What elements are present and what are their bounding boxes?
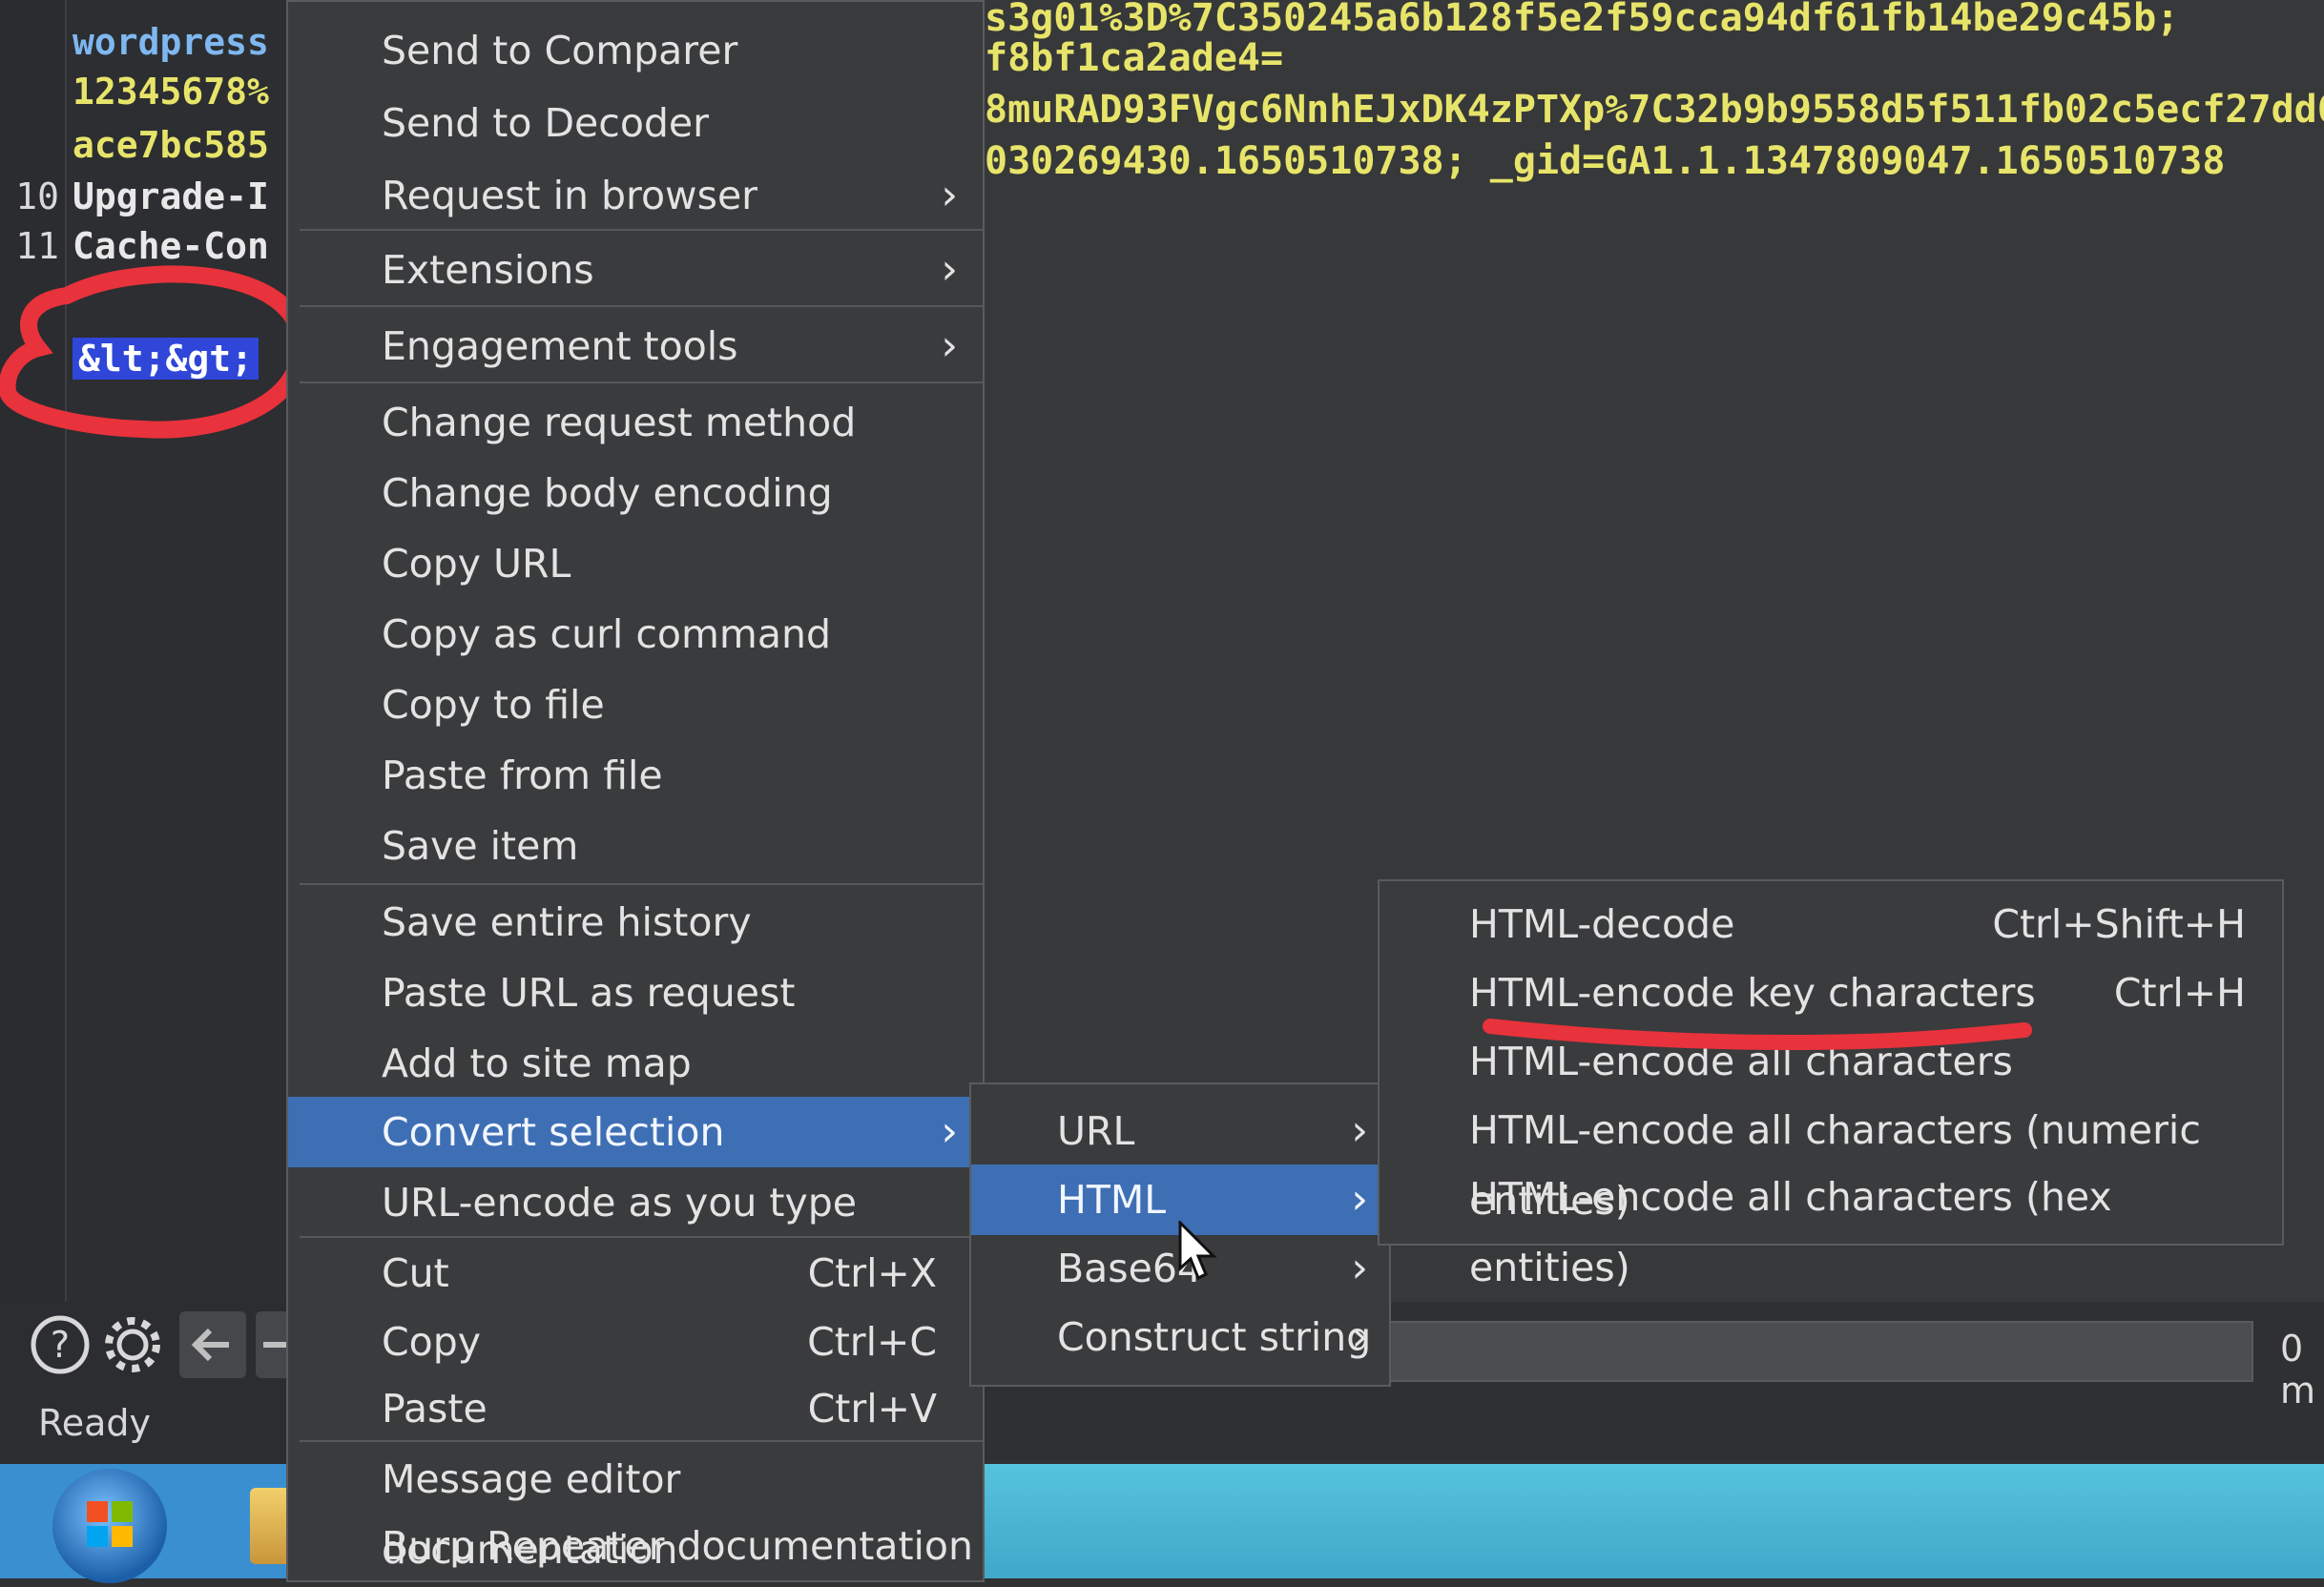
selected-text[interactable]: &lt;&gt; (73, 338, 259, 380)
menu-item-copy-url[interactable]: Copy URL (288, 528, 983, 599)
editor-line[interactable]: 12345678% (0, 67, 286, 116)
menu-item-convert-selection[interactable]: Convert selection › (288, 1097, 983, 1167)
menu-item-url-encode-as-you-type[interactable]: URL-encode as you type (288, 1167, 983, 1238)
request-editor-left[interactable]: wordpress 12345678% ace7bc585 10 Upgrade… (0, 0, 286, 1302)
shortcut-label: Ctrl+C (807, 1319, 937, 1365)
menu-separator (300, 229, 983, 231)
convert-selection-submenu: URL › HTML › Base64 › Construct string › (969, 1082, 1391, 1387)
menu-item-request-in-browser[interactable]: Request in browser › (288, 160, 983, 231)
html-item-encode-hex[interactable]: HTML-encode all characters (hex entities… (1380, 1162, 2282, 1290)
start-button[interactable] (52, 1469, 167, 1583)
editor-line[interactable]: 10 Upgrade-I (0, 172, 286, 221)
shortcut-label: Ctrl+Shift+H (1992, 901, 2246, 947)
editor-line[interactable]: 11 Cache-Con (0, 221, 286, 271)
line-text[interactable]: Cache-Con (73, 221, 286, 271)
line-text[interactable]: Upgrade-I (73, 172, 286, 221)
menu-separator (300, 305, 983, 307)
status-ready: Ready (38, 1402, 151, 1444)
context-menu: Send to Comparer Send to Decoder Request… (286, 0, 985, 1582)
html-item-decode[interactable]: HTML-decode Ctrl+Shift+H (1380, 889, 2282, 959)
line-text[interactable]: 12345678% (73, 67, 286, 116)
menu-item-paste-url-as-request[interactable]: Paste URL as request (288, 958, 983, 1028)
menu-separator (300, 381, 983, 383)
editor-line[interactable]: ace7bc585 (0, 120, 286, 170)
shortcut-label: Ctrl+H (2113, 970, 2246, 1016)
shortcut-label: Ctrl+X (807, 1250, 937, 1296)
chevron-right-icon: › (941, 245, 958, 294)
menu-item-cut[interactable]: Cut Ctrl+X (288, 1238, 983, 1309)
html-item-encode-key-characters[interactable]: HTML-encode key characters Ctrl+H (1380, 958, 2282, 1028)
html-submenu: HTML-decode Ctrl+Shift+H HTML-encode key … (1378, 879, 2284, 1290)
taskbar-right (981, 1464, 2324, 1578)
code-line[interactable]: 8muRAD93FVgc6NnhEJxDK4zPTXp%7C32b9b9558d… (985, 84, 2324, 135)
submenu-item-construct-string[interactable]: Construct string › (971, 1302, 1389, 1372)
menu-item-paste-from-file[interactable]: Paste from file (288, 740, 983, 811)
submenu-item-base64[interactable]: Base64 › (971, 1233, 1389, 1304)
match-count: 0 m (2280, 1328, 2316, 1412)
chevron-right-icon: › (1351, 1244, 1368, 1292)
help-icon[interactable]: ? (27, 1311, 93, 1378)
back-arrow-icon[interactable] (179, 1311, 246, 1378)
menu-item-paste[interactable]: Paste Ctrl+V (288, 1373, 983, 1444)
menu-item-send-to-comparer[interactable]: Send to Comparer (288, 15, 983, 86)
html-item-encode-numeric[interactable]: HTML-encode all characters (numeric enti… (1380, 1095, 2282, 1224)
chevron-right-icon: › (941, 171, 958, 219)
menu-item-copy[interactable]: Copy Ctrl+C (288, 1307, 983, 1377)
editor-line[interactable]: wordpress (0, 17, 286, 67)
menu-item-send-to-decoder[interactable]: Send to Decoder (288, 88, 983, 158)
menu-item-extensions[interactable]: Extensions › (288, 235, 983, 305)
svg-text:?: ? (51, 1324, 70, 1366)
submenu-item-html[interactable]: HTML › (971, 1164, 1389, 1235)
line-text[interactable]: ace7bc585 (73, 120, 286, 170)
menu-item-save-entire-history[interactable]: Save entire history (288, 887, 983, 958)
chevron-right-icon: › (941, 321, 958, 370)
chevron-right-icon: › (1351, 1175, 1368, 1224)
menu-item-copy-as-curl[interactable]: Copy as curl command (288, 599, 983, 670)
line-text[interactable]: wordpress (73, 17, 286, 67)
menu-item-save-item[interactable]: Save item (288, 811, 983, 881)
html-item-encode-all[interactable]: HTML-encode all characters (1380, 1026, 2282, 1097)
menu-separator (300, 1440, 983, 1442)
menu-item-burp-repeater-docs[interactable]: Burp Repeater documentation (288, 1511, 983, 1581)
chevron-right-icon: › (1351, 1312, 1368, 1361)
line-text[interactable]: &lt;&gt; (73, 334, 286, 383)
gear-icon[interactable] (99, 1311, 166, 1378)
menu-item-message-editor-docs[interactable]: Message editor documentation (288, 1444, 983, 1573)
windows-logo-icon (87, 1501, 133, 1547)
line-number: 11 (15, 225, 59, 267)
menu-item-add-to-site-map[interactable]: Add to site map (288, 1028, 983, 1099)
shortcut-label: Ctrl+V (807, 1386, 937, 1432)
menu-item-change-request-method[interactable]: Change request method (288, 387, 983, 458)
code-line[interactable]: f8bf1ca2ade4= (985, 32, 1283, 84)
menu-item-copy-to-file[interactable]: Copy to file (288, 670, 983, 740)
menu-separator (300, 883, 983, 885)
chevron-right-icon: › (1351, 1106, 1368, 1155)
code-line[interactable]: 030269430.1650510738; _gid=GA1.1.1347809… (985, 135, 2225, 187)
line-number: 10 (15, 175, 59, 217)
chevron-right-icon: › (941, 1107, 958, 1156)
editor-line-selected[interactable]: &lt;&gt; (0, 334, 286, 383)
submenu-item-url[interactable]: URL › (971, 1096, 1389, 1166)
menu-item-change-body-encoding[interactable]: Change body encoding (288, 458, 983, 528)
search-input[interactable] (1383, 1321, 2253, 1382)
menu-item-engagement-tools[interactable]: Engagement tools › (288, 311, 983, 381)
